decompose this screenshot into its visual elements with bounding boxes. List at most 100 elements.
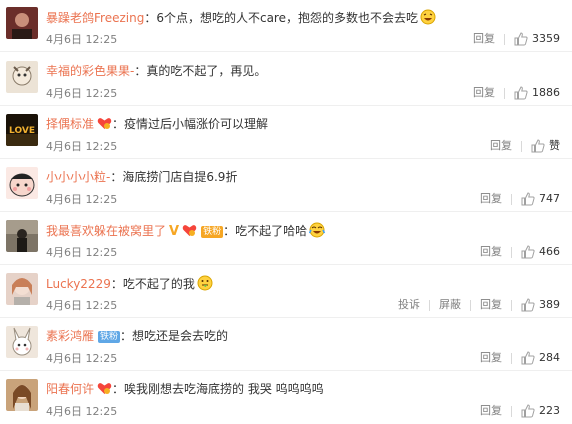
comment-item: 我最喜欢躲在被窝里了 V 铁粉 ：吃不起了哈哈 4月6日 12:25 回复 466 — [0, 213, 572, 265]
reply-button[interactable]: 回复 — [480, 403, 502, 419]
thumbs-up-icon — [521, 298, 535, 312]
comment-time: 4月6日 12:25 — [46, 140, 118, 153]
avatar[interactable]: LOVE — [6, 114, 38, 146]
comment-text: 吃不起了哈哈 — [235, 224, 308, 238]
avatar[interactable] — [6, 379, 38, 411]
avatar[interactable] — [6, 7, 38, 39]
thumbs-up-icon — [521, 192, 535, 206]
reply-button[interactable]: 回复 — [480, 191, 502, 207]
comment-text: 想吃还是会去吃的 — [132, 329, 229, 343]
avatar[interactable] — [6, 61, 38, 93]
avatar[interactable] — [6, 273, 38, 305]
avatar-image: LOVE — [6, 114, 38, 146]
username[interactable]: 素彩鸿雁 — [46, 329, 94, 343]
comment-item: Lucky2229：吃不起了的我 4月6日 12:25 投诉 屏蔽 回复 389 — [0, 266, 572, 318]
comment-time: 4月6日 12:25 — [46, 193, 118, 206]
fans-badge: 铁粉 — [98, 331, 121, 343]
divider — [429, 299, 430, 311]
heart-badge-icon — [97, 118, 112, 129]
avatar-image — [6, 220, 38, 252]
divider — [511, 352, 512, 364]
username[interactable]: 我最喜欢躲在被窝里了 — [46, 224, 166, 238]
reply-button[interactable]: 回复 — [480, 297, 502, 313]
reply-button[interactable]: 回复 — [480, 244, 502, 260]
comment-text: 6个点，想吃的人不care，抱怨的多数也不会去吃 — [156, 11, 418, 25]
reply-button[interactable]: 回复 — [473, 85, 495, 101]
divider — [511, 405, 512, 417]
like-button[interactable]: 赞 — [531, 138, 560, 154]
like-count: 389 — [539, 298, 560, 311]
avatar-text: LOVE — [9, 126, 35, 136]
comment-time: 4月6日 12:25 — [46, 246, 118, 259]
avatar-image — [6, 379, 38, 411]
username[interactable]: Lucky2229 — [46, 277, 111, 291]
heart-badge-icon — [97, 383, 112, 394]
comment-text: 疫情过后小幅涨价可以理解 — [124, 117, 269, 131]
comment-text: 真的吃不起了，再见。 — [146, 64, 267, 78]
comment-time: 4月6日 12:25 — [46, 33, 118, 46]
comment-text: 海底捞门店自提6.9折 — [122, 170, 238, 184]
like-button[interactable]: 284 — [521, 350, 560, 366]
like-button[interactable]: 1886 — [514, 85, 560, 101]
comment-time: 4月6日 12:25 — [46, 352, 118, 365]
like-count: 赞 — [549, 139, 560, 152]
like-count: 747 — [539, 192, 560, 205]
avatar[interactable] — [6, 220, 38, 252]
divider — [470, 299, 471, 311]
comment-item: 小小小小粒-：海底捞门店自提6.9折 4月6日 12:25 回复 747 — [0, 160, 572, 212]
like-button[interactable]: 466 — [521, 244, 560, 260]
reply-button[interactable]: 回复 — [473, 31, 495, 47]
thumbs-up-icon — [531, 139, 545, 153]
thumbs-up-icon — [514, 86, 528, 100]
divider — [511, 193, 512, 205]
like-count: 284 — [539, 351, 560, 364]
comment-item: 暴躁老鸽Freezing：6个点，想吃的人不care，抱怨的多数也不会去吃 4月… — [0, 0, 572, 52]
divider — [521, 140, 522, 152]
comment-text: 吃不起了的我 — [122, 277, 195, 291]
like-count: 223 — [539, 404, 560, 417]
avatar-image — [6, 61, 38, 93]
username[interactable]: 小小小小粒- — [46, 170, 110, 184]
verified-v-icon: V — [169, 224, 180, 239]
thumbs-up-icon — [514, 32, 528, 46]
comment-text: 唉我刚想去吃海底捞的 我哭 呜呜呜呜 — [124, 382, 324, 396]
divider — [504, 33, 505, 45]
comment-item: 阳春何许 ：唉我刚想去吃海底捞的 我哭 呜呜呜呜 4月6日 12:25 回复 22… — [0, 372, 572, 424]
fans-badge: 铁粉 — [201, 226, 224, 238]
reply-button[interactable]: 回复 — [490, 138, 512, 154]
comment-list: 暴躁老鸽Freezing：6个点，想吃的人不care，抱怨的多数也不会去吃 4月… — [0, 0, 572, 424]
like-count: 466 — [539, 245, 560, 258]
avatar[interactable] — [6, 326, 38, 358]
divider — [504, 87, 505, 99]
like-button[interactable]: 389 — [521, 297, 560, 313]
comment-item: LOVE 择偶标准 ：疫情过后小幅涨价可以理解 4月6日 12:25 回复 赞 — [0, 107, 572, 159]
thumbs-up-icon — [521, 351, 535, 365]
like-button[interactable]: 747 — [521, 191, 560, 207]
comment-item: 素彩鸿雁 铁粉 ：想吃还是会去吃的 4月6日 12:25 回复 284 — [0, 319, 572, 371]
avatar-image — [6, 167, 38, 199]
avatar-image — [6, 7, 38, 39]
username[interactable]: 择偶标准 — [46, 117, 94, 131]
username[interactable]: 暴躁老鸽Freezing — [46, 11, 144, 25]
block-button[interactable]: 屏蔽 — [439, 297, 461, 313]
like-button[interactable]: 3359 — [514, 31, 560, 47]
thumbs-up-icon — [521, 245, 535, 259]
like-button[interactable]: 223 — [521, 403, 560, 419]
laugh-cry-emoji — [309, 222, 326, 238]
username[interactable]: 阳春何许 — [46, 382, 94, 396]
report-button[interactable]: 投诉 — [398, 297, 420, 313]
comment-item: 幸福的彩色果果-：真的吃不起了，再见。 4月6日 12:25 回复 1886 — [0, 54, 572, 106]
laugh-emoji — [420, 9, 436, 25]
reply-button[interactable]: 回复 — [480, 350, 502, 366]
avatar-image — [6, 273, 38, 305]
like-count: 3359 — [532, 32, 560, 45]
comment-time: 4月6日 12:25 — [46, 299, 118, 312]
divider — [511, 246, 512, 258]
avatar[interactable] — [6, 167, 38, 199]
tongue-emoji — [197, 275, 213, 291]
divider — [511, 299, 512, 311]
heart-badge-icon — [182, 225, 197, 236]
avatar-image — [6, 326, 38, 358]
username[interactable]: 幸福的彩色果果- — [46, 64, 134, 78]
like-count: 1886 — [532, 86, 560, 99]
